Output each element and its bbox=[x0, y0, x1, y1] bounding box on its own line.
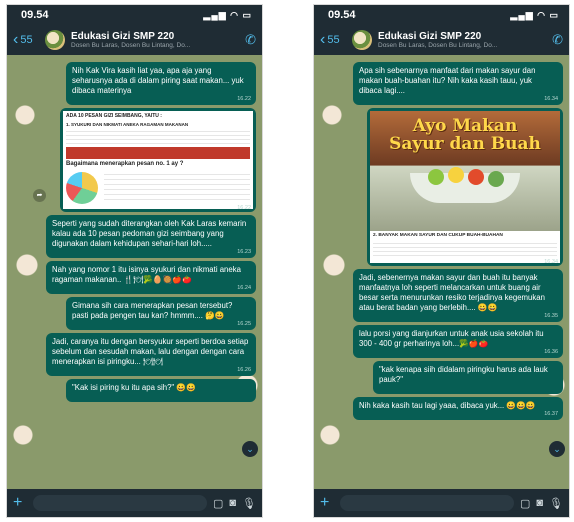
message-time: 16.23 bbox=[237, 248, 251, 255]
poster-caption: 2. BANYAK MAKAN SAYUR DAN CUKUP BUAH-BUA… bbox=[370, 231, 560, 263]
back-button[interactable]: ‹ 55 bbox=[13, 31, 45, 48]
message-text: lalu porsi yang dianjurkan untuk anak us… bbox=[359, 329, 544, 348]
message-input[interactable] bbox=[33, 495, 207, 511]
image-message[interactable]: ADA 10 PESAN GIZI SEIMBANG, YAITU : 1. S… bbox=[60, 108, 256, 212]
poster-title-line2: Sayur dan Buah bbox=[389, 134, 541, 154]
message-time: 16.34 bbox=[544, 96, 558, 102]
document-image: ADA 10 PESAN GIZI SEIMBANG, YAITU : 1. S… bbox=[63, 111, 253, 209]
camera-icon[interactable]: ◙ bbox=[229, 497, 236, 509]
poster-title-line1: Ayo Makan bbox=[412, 116, 518, 136]
forward-icon[interactable]: ➦ bbox=[33, 189, 46, 202]
chat-participants: Dosen Bu Laras, Dosen Bu Lintang, Do... bbox=[378, 42, 498, 49]
signal-wifi-battery-icon: ▂▄▆ ◠ ▭ bbox=[203, 9, 252, 20]
add-call-icon[interactable]: ✆ bbox=[245, 32, 256, 48]
message-text: Nih kaka kasih tau lagi yaaa, dibaca yuk… bbox=[359, 401, 536, 410]
status-time: 09.54 bbox=[328, 9, 356, 21]
sticker-icon[interactable]: ▢ bbox=[213, 497, 223, 510]
status-bar: 09.54 ▂▄▆ ◠ ▭ bbox=[314, 5, 569, 25]
camera-icon[interactable]: ◙ bbox=[536, 497, 543, 509]
image-message[interactable]: Ayo Makan Sayur dan Buah 2. BANYAK MAKAN… bbox=[367, 108, 563, 266]
message-text: Nih Kak Vira kasih liat yaa, apa aja yan… bbox=[72, 66, 244, 95]
message-text: "Kak isi piring ku itu apa sih?" 😀😀 bbox=[72, 382, 196, 392]
chat-titles[interactable]: Edukasi Gizi SMP 220 Dosen Bu Laras, Dos… bbox=[378, 31, 548, 49]
message-text: Jadi, caranya itu dengan bersyukur seper… bbox=[52, 336, 249, 366]
message-time: 16.22 bbox=[237, 96, 251, 102]
plus-icon[interactable]: + bbox=[13, 494, 27, 512]
plus-icon[interactable]: + bbox=[320, 494, 334, 512]
poster-section: 2. BANYAK MAKAN SAYUR DAN CUKUP BUAH-BUA… bbox=[373, 233, 503, 238]
image-time: 16.34 bbox=[544, 259, 558, 265]
poster-title: Ayo Makan Sayur dan Buah bbox=[370, 117, 560, 153]
message-time: 16.35 bbox=[544, 313, 558, 319]
signal-wifi-battery-icon: ▂▄▆ ◠ ▭ bbox=[510, 9, 559, 20]
group-avatar[interactable] bbox=[352, 30, 372, 50]
chevron-left-icon: ‹ bbox=[13, 31, 19, 48]
chat-area[interactable]: Nih Kak Vira kasih liat yaa, apa aja yan… bbox=[7, 55, 262, 489]
pepper-icon bbox=[488, 171, 504, 187]
doc-question: Bagaimana menerapkan pesan no. 1 ay ? bbox=[66, 161, 184, 167]
message-time: 16.36 bbox=[544, 349, 558, 355]
poster-image: Ayo Makan Sayur dan Buah bbox=[370, 111, 560, 231]
message-text: "kak kenapa siih didalam piringku harus … bbox=[379, 365, 548, 384]
message-bubble[interactable]: Apa sih sebenarnya manfaat dari makan sa… bbox=[353, 62, 563, 105]
input-bar: + ▢ ◙ 🎙 bbox=[314, 489, 569, 517]
message-bubble[interactable]: Jadi, sebenernya makan sayur dan buah it… bbox=[353, 269, 563, 322]
message-text: Apa sih sebenarnya manfaat dari makan sa… bbox=[359, 66, 536, 95]
chat-header: ‹ 55 Edukasi Gizi SMP 220 Dosen Bu Laras… bbox=[314, 25, 569, 55]
message-bubble[interactable]: Gimana sih cara menerapkan pesan tersebu… bbox=[66, 296, 256, 330]
input-bar: + ▢ ◙ 🎙 bbox=[7, 489, 262, 517]
apple-icon bbox=[428, 169, 444, 185]
message-time: 16.26 bbox=[237, 366, 251, 373]
chat-titles[interactable]: Edukasi Gizi SMP 220 Dosen Bu Laras, Dos… bbox=[71, 31, 241, 49]
message-time: 16.37 bbox=[544, 411, 558, 417]
message-text: Jadi, sebenernya makan sayur dan buah it… bbox=[359, 273, 545, 312]
message-bubble[interactable]: Nah yang nomor 1 itu isinya syukuri dan … bbox=[46, 260, 256, 294]
doc-plate-section bbox=[66, 169, 250, 206]
chevron-left-icon: ‹ bbox=[320, 31, 326, 48]
doc-divider bbox=[66, 147, 250, 159]
doc-subtitle: 1. SYUKURI DAN NIKMATI ANEKA RAGAMAN MAK… bbox=[66, 121, 189, 127]
isi-piringku-plate-icon bbox=[66, 171, 98, 204]
message-time: 16.24 bbox=[237, 284, 251, 291]
message-text: Seperti yang sudah diterangkan oleh Kak … bbox=[52, 218, 247, 248]
unread-count: 55 bbox=[327, 34, 340, 46]
message-input[interactable] bbox=[340, 495, 514, 511]
chat-participants: Dosen Bu Laras, Dosen Bu Lintang, Do... bbox=[71, 42, 191, 49]
scroll-down-icon[interactable]: ⌄ bbox=[549, 441, 565, 457]
microphone-icon[interactable]: 🎙 bbox=[549, 497, 563, 510]
message-text: Gimana sih cara menerapkan pesan tersebu… bbox=[72, 300, 233, 320]
chat-area[interactable]: Apa sih sebenarnya manfaat dari makan sa… bbox=[314, 55, 569, 489]
message-bubble[interactable]: Nih Kak Vira kasih liat yaa, apa aja yan… bbox=[66, 62, 256, 105]
message-bubble[interactable]: Jadi, caranya itu dengan bersyukur seper… bbox=[46, 332, 256, 376]
group-avatar[interactable] bbox=[45, 30, 65, 50]
message-bubble[interactable]: lalu porsi yang dianjurkan untuk anak us… bbox=[353, 325, 563, 358]
lemon-icon bbox=[448, 167, 464, 183]
phone-screen-right: 09.54 ▂▄▆ ◠ ▭ ‹ 55 Edukasi Gizi SMP 220 … bbox=[313, 4, 570, 518]
message-bubble[interactable]: Nih kaka kasih tau lagi yaaa, dibaca yuk… bbox=[353, 397, 563, 420]
image-time: 16.22 bbox=[237, 204, 251, 211]
message-bubble[interactable]: "kak kenapa siih didalam piringku harus … bbox=[373, 361, 563, 394]
message-bubble[interactable]: Seperti yang sudah diterangkan oleh Kak … bbox=[46, 214, 256, 258]
message-text: Nah yang nomor 1 itu isinya syukuri dan … bbox=[52, 264, 241, 284]
tomato-icon bbox=[468, 169, 484, 185]
add-call-icon[interactable]: ✆ bbox=[552, 32, 563, 48]
doc-title: ADA 10 PESAN GIZI SEIMBANG, YAITU : bbox=[66, 113, 162, 119]
microphone-icon[interactable]: 🎙 bbox=[242, 497, 256, 510]
message-time: 16.25 bbox=[237, 320, 251, 327]
back-button[interactable]: ‹ 55 bbox=[320, 31, 352, 48]
phone-screen-left: 09.54 ▂▄▆ ◠ ▭ ‹ 55 Edukasi Gizi SMP 220 … bbox=[6, 4, 263, 518]
sticker-icon[interactable]: ▢ bbox=[520, 497, 530, 510]
status-time: 09.54 bbox=[21, 9, 49, 21]
message-bubble[interactable]: "Kak isi piring ku itu apa sih?" 😀😀 bbox=[66, 378, 256, 402]
chat-title: Edukasi Gizi SMP 220 bbox=[71, 31, 175, 42]
scroll-down-icon[interactable]: ⌄ bbox=[242, 441, 258, 457]
unread-count: 55 bbox=[20, 34, 33, 46]
status-bar: 09.54 ▂▄▆ ◠ ▭ bbox=[7, 5, 262, 25]
chat-header: ‹ 55 Edukasi Gizi SMP 220 Dosen Bu Laras… bbox=[7, 25, 262, 55]
chat-title: Edukasi Gizi SMP 220 bbox=[378, 31, 482, 42]
